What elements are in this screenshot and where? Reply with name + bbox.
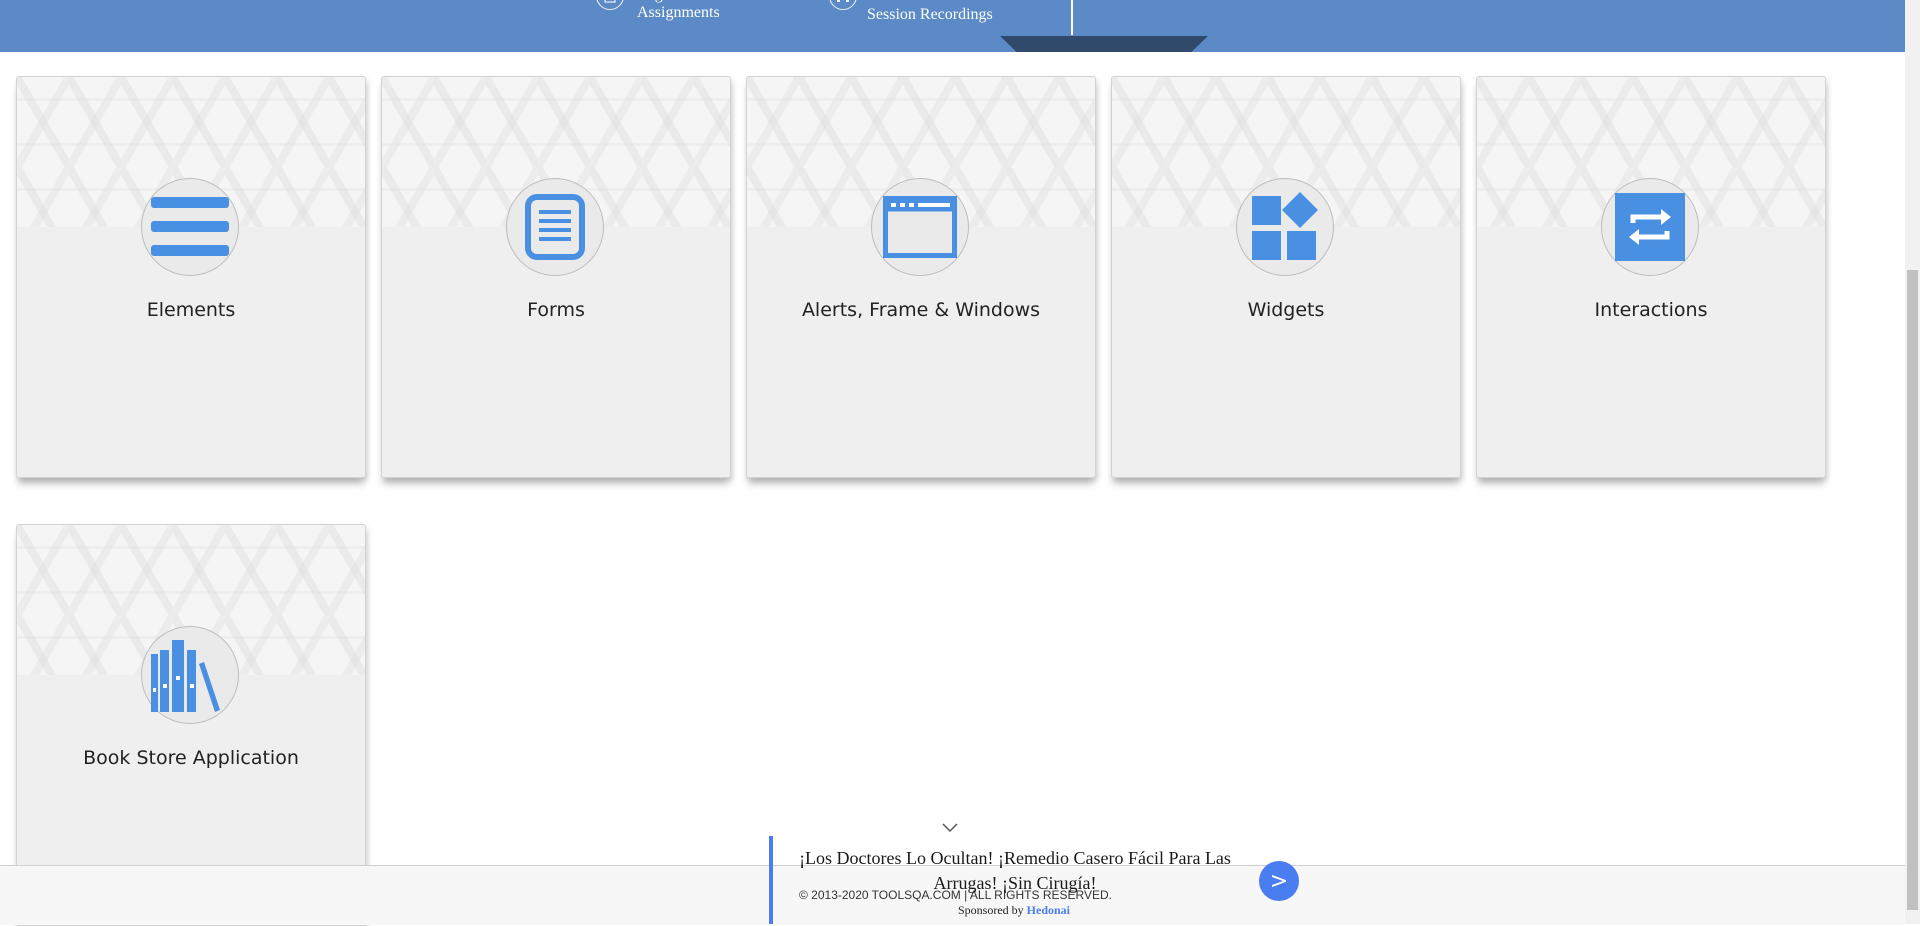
card-avatar: [1236, 178, 1334, 276]
ad-next-button[interactable]: >: [1259, 861, 1299, 901]
top-banner: Regular Assignments Session Recordings: [0, 0, 1905, 52]
card-widgets[interactable]: Widgets: [1111, 76, 1461, 478]
card-interactions[interactable]: Interactions: [1476, 76, 1826, 478]
headphones-icon: [829, 0, 857, 10]
ad-headline[interactable]: ¡Los Doctores Lo Ocultan! ¡Remedio Caser…: [790, 846, 1240, 896]
chevron-down-icon[interactable]: [942, 820, 958, 838]
card-elements[interactable]: Elements: [16, 76, 366, 478]
card-avatar: [1601, 178, 1699, 276]
card-avatar: [871, 178, 969, 276]
repeat-arrows-icon: [1615, 193, 1685, 261]
card-avatar: [141, 178, 239, 276]
card-title: Book Store Application: [83, 747, 299, 769]
card-title: Elements: [146, 299, 236, 321]
banner-divider: [1071, 0, 1073, 35]
widgets-grid-icon: [1250, 192, 1320, 262]
ad-sponsor-prefix: Sponsored by: [958, 903, 1024, 917]
document-icon: [596, 0, 624, 10]
card-forms[interactable]: Forms: [381, 76, 731, 478]
card-avatar: [506, 178, 604, 276]
card-title: Alerts, Frame & Windows: [801, 299, 1041, 321]
banner-item-label: Session Recordings: [867, 6, 993, 23]
banner-item-label: Regular Assignments: [637, 0, 720, 21]
browser-window-icon: [883, 196, 957, 258]
card-title: Widgets: [1247, 299, 1325, 321]
ad-accent-bar: [769, 836, 773, 924]
ad-sponsor-name[interactable]: Hedonai: [1027, 903, 1070, 917]
card-avatar: [141, 626, 239, 724]
ad-sponsor-line: Sponsored by Hedonai: [958, 903, 1070, 918]
card-title: Forms: [527, 299, 585, 321]
banner-active-tab: [1000, 36, 1208, 52]
books-icon: [147, 636, 233, 714]
card-alerts-frame-windows[interactable]: Alerts, Frame & Windows: [746, 76, 1096, 478]
hamburger-list-icon: [151, 195, 229, 259]
form-document-icon: [525, 194, 585, 260]
scrollbar-thumb[interactable]: [1907, 270, 1918, 910]
card-title: Interactions: [1594, 299, 1708, 321]
